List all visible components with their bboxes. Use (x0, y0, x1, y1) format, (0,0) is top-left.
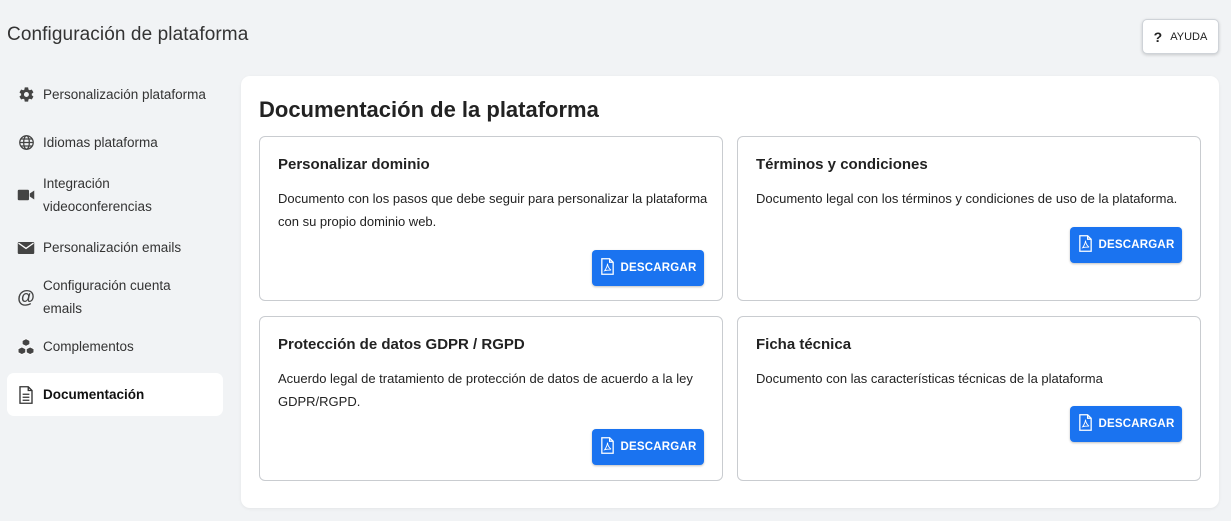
download-button[interactable]: DESCARGAR (1070, 227, 1182, 263)
pdf-file-icon (1078, 235, 1093, 255)
card-title: Términos y condiciones (756, 156, 928, 173)
sidebar-item-personalizacion-plataforma[interactable]: Personalización plataforma (7, 73, 223, 116)
pdf-file-icon (1078, 414, 1093, 434)
sidebar-item-integracion-videoconferencias[interactable]: Integración videoconferencias (7, 169, 223, 221)
sidebar-item-configuracion-cuenta-emails[interactable]: @ Configuración cuenta emails (7, 274, 223, 320)
sidebar-item-idiomas-plataforma[interactable]: Idiomas plataforma (7, 121, 223, 164)
sidebar-item-personalizacion-emails[interactable]: Personalización emails (7, 226, 223, 269)
section-title: Documentación de la plataforma (259, 97, 599, 122)
documentation-panel: Documentación de la plataforma Personali… (241, 76, 1219, 508)
download-button[interactable]: DESCARGAR (592, 429, 704, 465)
sidebar-item-label: Personalización emails (43, 240, 182, 255)
pdf-file-icon (600, 437, 615, 457)
download-button-label: DESCARGAR (1098, 418, 1175, 430)
envelope-icon (17, 239, 35, 257)
page-title: Configuración de plataforma (7, 24, 249, 45)
download-button[interactable]: DESCARGAR (592, 250, 704, 286)
sidebar-item-label: Integración videoconferencias (43, 176, 152, 214)
help-button[interactable]: ? AYUDA (1142, 19, 1219, 54)
card-description: Acuerdo legal de tratamiento de protecci… (278, 371, 693, 409)
download-button[interactable]: DESCARGAR (1070, 406, 1182, 442)
sidebar-item-label: Configuración cuenta emails (43, 278, 171, 316)
doc-card-proteccion-datos: Protección de datos GDPR / RGPD Acuerdo … (259, 316, 723, 481)
doc-card-terminos-condiciones: Términos y condiciones Documento legal c… (737, 136, 1201, 301)
download-button-label: DESCARGAR (620, 262, 697, 274)
card-description: Documento legal con los términos y condi… (756, 191, 1178, 206)
card-title: Personalizar dominio (278, 156, 430, 173)
question-icon: ? (1153, 28, 1163, 45)
pdf-file-icon (600, 258, 615, 278)
sidebar: Personalización plataforma Idiomas plata… (7, 73, 223, 421)
cubes-icon (17, 337, 35, 356)
document-icon (17, 385, 35, 404)
download-button-label: DESCARGAR (620, 441, 697, 453)
sidebar-item-label: Documentación (43, 387, 145, 402)
doc-card-ficha-tecnica: Ficha técnica Documento con las caracter… (737, 316, 1201, 481)
card-description: Documento con los pasos que debe seguir … (278, 191, 708, 229)
sidebar-item-label: Personalización plataforma (43, 87, 206, 102)
video-camera-icon (17, 186, 35, 204)
sidebar-item-documentacion[interactable]: Documentación (7, 373, 223, 416)
sidebar-item-label: Idiomas plataforma (43, 135, 158, 150)
card-description: Documento con las características técnic… (756, 371, 1103, 386)
help-button-label: AYUDA (1170, 30, 1208, 43)
doc-card-personalizar-dominio: Personalizar dominio Documento con los p… (259, 136, 723, 301)
sidebar-item-label: Complementos (43, 339, 134, 354)
card-title: Protección de datos GDPR / RGPD (278, 336, 525, 353)
gear-icon (17, 86, 35, 104)
globe-icon (17, 134, 35, 152)
at-sign-icon: @ (17, 286, 35, 307)
card-title: Ficha técnica (756, 336, 852, 353)
download-button-label: DESCARGAR (1098, 239, 1175, 251)
sidebar-item-complementos[interactable]: Complementos (7, 325, 223, 368)
